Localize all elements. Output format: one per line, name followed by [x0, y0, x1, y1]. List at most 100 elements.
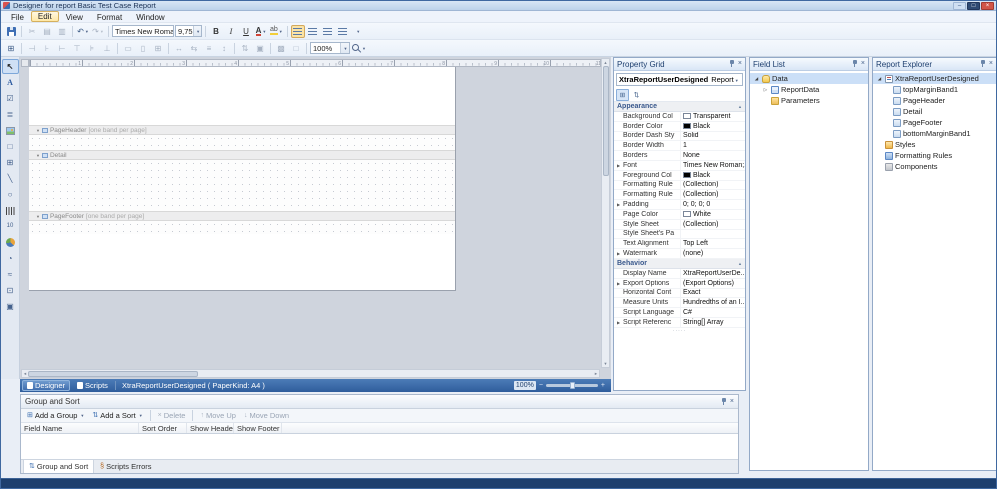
detail-band[interactable]	[29, 160, 455, 211]
tab-group-and-sort[interactable]: ⇅ Group and Sort	[23, 460, 94, 473]
zoom-dropdown[interactable]: ▼	[340, 43, 349, 53]
font-color-dropdown-icon[interactable]: ▼	[262, 29, 266, 34]
tab-scripts[interactable]: Scripts	[72, 380, 113, 391]
property-row[interactable]: BordersNone	[614, 151, 745, 161]
expand-icon[interactable]: ▶	[614, 320, 623, 325]
band-collapse-icon[interactable]: ▼	[36, 128, 40, 133]
expanded-icon[interactable]: ◢	[753, 76, 760, 82]
report-page[interactable]: ▼ PageHeader [one band per page] ▼ Detai…	[29, 67, 456, 291]
check-box-tool[interactable]: ☑	[2, 91, 19, 106]
expand-icon[interactable]: ▶	[614, 251, 623, 256]
design-surface[interactable]: 1 2 3 4 5 6 7 8 9 10 11 ▼ PageHeader [on…	[20, 57, 611, 379]
line-tool[interactable]: ╲	[2, 171, 19, 186]
horizontal-scroll-thumb[interactable]	[28, 371, 198, 377]
zoom-combo[interactable]: 100% ▼	[310, 42, 350, 54]
bold-button[interactable]: B	[209, 25, 223, 38]
tab-designer[interactable]: Designer	[22, 380, 70, 391]
object-selector-combo[interactable]: XtraReportUserDesigned Report ▼	[616, 73, 743, 86]
page-footer-band-caption[interactable]: ▼ PageFooter [one band per page]	[29, 211, 455, 221]
menu-edit[interactable]: Edit	[31, 11, 59, 22]
close-icon[interactable]: ×	[861, 60, 865, 68]
pin-icon[interactable]	[980, 60, 986, 68]
column-show-footer[interactable]: Show Footer	[234, 423, 282, 433]
property-row[interactable]: Formatting Rule(Collection)	[614, 181, 745, 191]
horizontal-scrollbar[interactable]: ◄ ►	[21, 369, 600, 378]
align-left-edges-button[interactable]: ⊣	[25, 42, 39, 55]
highlight-color-button[interactable]: ab▼	[269, 25, 284, 38]
picture-box-tool[interactable]	[2, 123, 19, 138]
property-row[interactable]: ▶Padding0; 0; 0; 0	[614, 200, 745, 210]
property-row[interactable]: Foreground ColBlack	[614, 171, 745, 181]
label-tool[interactable]: A	[2, 75, 19, 90]
equal-vertical-spacing-button[interactable]: ≡	[202, 42, 216, 55]
gauge-tool[interactable]: ◔	[2, 251, 19, 266]
property-row[interactable]: ▶Watermark(none)	[614, 249, 745, 259]
close-icon[interactable]: ×	[738, 60, 742, 68]
zoom-slider-thumb[interactable]	[570, 382, 575, 389]
close-button[interactable]: ×	[981, 2, 994, 10]
bring-to-front-button[interactable]: ▩	[274, 42, 288, 55]
property-row[interactable]: ▶Export Options(Export Options)	[614, 279, 745, 289]
property-row[interactable]: Page ColorWhite	[614, 210, 745, 220]
property-row[interactable]: Border Width1	[614, 141, 745, 151]
bar-code-tool[interactable]	[2, 203, 19, 218]
property-row[interactable]: Background ColTransparent	[614, 112, 745, 122]
magnifier-dropdown-icon[interactable]: ▼	[362, 46, 366, 51]
paste-button[interactable]: ▥	[55, 25, 69, 38]
vertical-scroll-thumb[interactable]	[603, 66, 609, 176]
minimize-button[interactable]: –	[953, 2, 966, 10]
zoom-out-icon[interactable]: −	[539, 382, 543, 389]
tree-node-reportdata[interactable]: ▷ ReportData	[750, 84, 868, 95]
add-a-group-button[interactable]: ⊞ Add a Group ▼	[24, 410, 87, 422]
rich-text-tool[interactable]: ≣	[2, 107, 19, 122]
pointer-tool[interactable]: ↖	[2, 59, 19, 74]
redo-button[interactable]: ↷▼	[91, 25, 105, 38]
pivot-grid-tool[interactable]: ⊡	[2, 283, 19, 298]
center-horizontally-button[interactable]: ⇅	[238, 42, 252, 55]
alphabetical-view-button[interactable]: ⇅	[630, 89, 643, 101]
property-row[interactable]: ▶FontTimes New Roman;...	[614, 161, 745, 171]
align-top-edges-button[interactable]: ⊤	[70, 42, 84, 55]
copy-button[interactable]: ▤	[40, 25, 54, 38]
property-row[interactable]: Border ColorBlack	[614, 122, 745, 132]
group-and-sort-list[interactable]	[21, 434, 738, 459]
scroll-right-icon[interactable]: ►	[593, 370, 599, 377]
menu-window[interactable]: Window	[129, 11, 171, 22]
tree-node-styles[interactable]: Styles	[873, 139, 996, 150]
align-center-button[interactable]	[306, 25, 320, 38]
vertical-scrollbar[interactable]: ▲ ▼	[601, 58, 610, 368]
tree-node-report-root[interactable]: ◢ XtraReportUserDesigned	[873, 73, 996, 84]
property-row[interactable]: Script LanguageC#	[614, 308, 745, 318]
increase-horizontal-spacing-button[interactable]: ⇆	[187, 42, 201, 55]
redo-dropdown-icon[interactable]: ▼	[100, 29, 104, 34]
align-left-button[interactable]	[291, 25, 305, 38]
add-a-sort-button[interactable]: ⇅ Add a Sort ▼	[89, 410, 145, 422]
tree-node-bottom-margin-band[interactable]: bottomMarginBand1	[873, 128, 996, 139]
panel-tool[interactable]: □	[2, 139, 19, 154]
top-margin-band[interactable]	[29, 67, 455, 125]
underline-button[interactable]: U	[239, 25, 253, 38]
menu-view[interactable]: View	[59, 11, 90, 22]
property-row[interactable]: Style Sheet's Pa	[614, 230, 745, 240]
expand-icon[interactable]: ▶	[614, 202, 623, 207]
shape-tool[interactable]: ○	[2, 187, 19, 202]
maximize-button[interactable]: □	[967, 2, 980, 10]
move-down-button[interactable]: ↓ Move Down	[241, 410, 292, 422]
pin-icon[interactable]	[852, 60, 858, 68]
make-same-width-button[interactable]: ▭	[121, 42, 135, 55]
close-icon[interactable]: ×	[730, 398, 734, 406]
expand-icon[interactable]: ▶	[614, 163, 623, 168]
collapsed-icon[interactable]: ▷	[762, 87, 769, 93]
bottom-margin-band[interactable]	[29, 234, 455, 291]
property-row[interactable]: Horizontal ContExact	[614, 289, 745, 299]
splitter-grip[interactable]: ·····	[614, 328, 745, 335]
highlight-color-dropdown-icon[interactable]: ▼	[279, 29, 283, 34]
undo-dropdown-icon[interactable]: ▼	[85, 29, 89, 34]
tree-node-formatting-rules[interactable]: Formatting Rules	[873, 150, 996, 161]
italic-button[interactable]: I	[224, 25, 238, 38]
make-same-size-button[interactable]: ⊞	[151, 42, 165, 55]
sparkline-tool[interactable]: ≈	[2, 267, 19, 282]
categorized-view-button[interactable]: ⊞	[616, 89, 629, 101]
property-row[interactable]: Style Sheet(Collection)	[614, 220, 745, 230]
band-collapse-icon[interactable]: ▼	[36, 214, 40, 219]
